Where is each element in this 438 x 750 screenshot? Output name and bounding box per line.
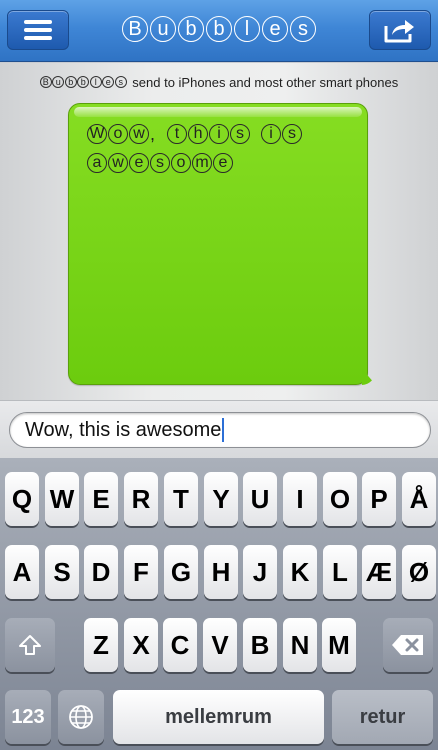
backspace-icon xyxy=(392,635,423,655)
key-w[interactable]: W xyxy=(45,472,79,526)
bubble-word: is xyxy=(261,124,303,145)
key-b[interactable]: B xyxy=(243,618,277,672)
bubble-letter: o xyxy=(171,153,191,173)
subtitle-brand-letter: u xyxy=(52,76,65,88)
title-letter: e xyxy=(262,16,288,42)
title-letter: B xyxy=(122,16,148,42)
title-letter: u xyxy=(150,16,176,42)
bubble-letter: m xyxy=(192,153,212,173)
key-a[interactable]: A xyxy=(5,545,39,599)
key-r[interactable]: R xyxy=(124,472,158,526)
space-key[interactable]: mellemrum xyxy=(113,690,324,744)
numbers-key[interactable]: 123 xyxy=(5,690,51,744)
bubble-message-text: Wow,thisisawesome xyxy=(87,124,347,173)
key-l[interactable]: L xyxy=(323,545,357,599)
bubble-letter: W xyxy=(87,124,107,144)
shift-arrow-icon xyxy=(19,635,41,655)
bubble-letter: i xyxy=(261,124,282,144)
bubble-letter: o xyxy=(108,124,128,144)
return-key[interactable]: retur xyxy=(332,690,433,744)
key-q[interactable]: Q xyxy=(5,472,39,526)
bubble-letter: s xyxy=(230,124,251,144)
key-s[interactable]: S xyxy=(45,545,79,599)
subtitle-brand: Bubbles xyxy=(39,76,128,88)
subtitle-brand-letter: b xyxy=(77,76,90,88)
key-z[interactable]: Z xyxy=(84,618,118,672)
subtitle-brand-letter: l xyxy=(89,76,102,88)
key-x[interactable]: X xyxy=(124,618,158,672)
key-e[interactable]: E xyxy=(84,472,118,526)
message-input[interactable]: Wow, this is awesome xyxy=(9,412,431,448)
key-g[interactable]: G xyxy=(164,545,198,599)
key-y[interactable]: Y xyxy=(204,472,238,526)
bubble-letter: t xyxy=(167,124,188,144)
globe-icon xyxy=(69,705,93,729)
shift-key[interactable] xyxy=(5,618,55,672)
bubble-word: this xyxy=(167,124,251,145)
subtitle-brand-letter: e xyxy=(102,76,115,88)
backspace-key[interactable] xyxy=(383,618,433,672)
bubble-letter: w xyxy=(108,153,128,173)
bubble-letter: s xyxy=(282,124,303,144)
message-input-value: Wow, this is awesome xyxy=(25,418,222,441)
key-p[interactable]: P xyxy=(362,472,396,526)
globe-key[interactable] xyxy=(58,690,104,744)
key-d[interactable]: D xyxy=(84,545,118,599)
key-j[interactable]: J xyxy=(243,545,277,599)
key-h[interactable]: H xyxy=(204,545,238,599)
key-v[interactable]: V xyxy=(203,618,237,672)
key-å[interactable]: Å xyxy=(402,472,436,526)
key-i[interactable]: I xyxy=(283,472,317,526)
key-c[interactable]: C xyxy=(163,618,197,672)
subtitle-brand-letter: s xyxy=(114,76,127,88)
title-letter: b xyxy=(206,16,232,42)
title-letter: l xyxy=(234,16,260,42)
bubble-letter: e xyxy=(129,153,149,173)
bubble-letter: i xyxy=(209,124,230,144)
key-k[interactable]: K xyxy=(283,545,317,599)
bubble-punctuation: , xyxy=(150,124,156,144)
input-bar: Wow, this is awesome xyxy=(0,400,438,458)
key-n[interactable]: N xyxy=(283,618,317,672)
bubble-letter: a xyxy=(87,153,107,173)
subtitle-brand-letter: b xyxy=(64,76,77,88)
bubble-letter: s xyxy=(150,153,170,173)
bubble-letter: e xyxy=(213,153,233,173)
subtitle-text: send to iPhones and most other smart pho… xyxy=(132,74,399,90)
message-preview-area: Bubbles send to iPhones and most other s… xyxy=(0,63,438,400)
bubble-word: Wow, xyxy=(87,124,157,145)
title-letter: s xyxy=(290,16,316,42)
key-m[interactable]: M xyxy=(322,618,356,672)
key-u[interactable]: U xyxy=(243,472,277,526)
bubble-letter: w xyxy=(129,124,149,144)
subtitle-brand-letter: B xyxy=(39,76,52,88)
keyboard: 123 mellemrum retur QWERTYUIOPÅ ASDFGHJKL… xyxy=(0,458,438,750)
title-letter: b xyxy=(178,16,204,42)
subtitle: Bubbles send to iPhones and most other s… xyxy=(0,74,438,90)
text-caret xyxy=(222,418,225,442)
key-t[interactable]: T xyxy=(164,472,198,526)
bubble-word: awesome xyxy=(87,153,234,173)
key-ø[interactable]: Ø xyxy=(402,545,436,599)
key-f[interactable]: F xyxy=(124,545,158,599)
bubble-letter: h xyxy=(188,124,209,144)
key-æ[interactable]: Æ xyxy=(362,545,396,599)
key-o[interactable]: O xyxy=(323,472,357,526)
top-bar: Bubbles xyxy=(0,0,438,62)
share-arrow-icon xyxy=(384,20,414,43)
share-button[interactable] xyxy=(369,10,431,50)
message-bubble: Wow,thisisawesome xyxy=(68,103,368,385)
